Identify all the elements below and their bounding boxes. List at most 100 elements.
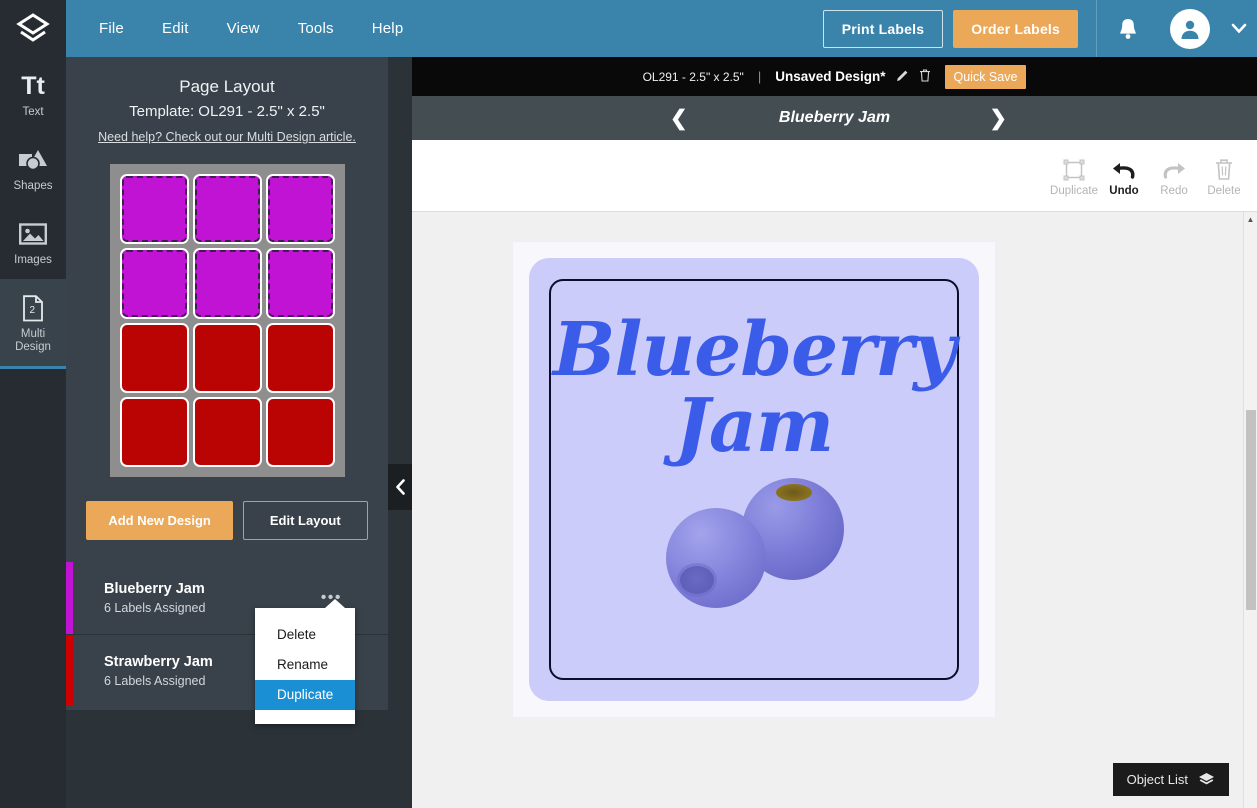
rail-item-text[interactable]: Tt Text <box>0 57 66 131</box>
previous-design-button[interactable]: ❮ <box>670 108 688 129</box>
pencil-icon[interactable] <box>896 69 909 85</box>
label-title-text[interactable]: Blueberry Jam <box>553 312 956 469</box>
redo-button-label: Redo <box>1160 184 1188 197</box>
print-labels-button[interactable]: Print Labels <box>822 9 944 48</box>
page-title: Page Layout <box>179 77 275 96</box>
sheet-cell[interactable] <box>191 246 264 320</box>
sheet-cell[interactable] <box>191 395 264 469</box>
berry-crown-shape <box>776 484 812 501</box>
images-icon <box>19 223 47 245</box>
sheet-cell[interactable] <box>118 395 191 469</box>
rail-item-multi-design-label-line1: Multi <box>20 328 46 340</box>
sheet-cell[interactable] <box>264 172 337 246</box>
rail-item-multi-design-label-line2: Design <box>15 341 51 353</box>
sheet-cell[interactable] <box>191 321 264 395</box>
sheet-cell[interactable] <box>264 395 337 469</box>
duplicate-button[interactable]: Duplicate <box>1049 155 1099 197</box>
document-template-name: OL291 - 2.5" x 2.5" <box>642 69 744 84</box>
design-label-count: 6 Labels Assigned <box>104 673 206 688</box>
sheet-cell[interactable] <box>191 172 264 246</box>
design-label-count: 6 Labels Assigned <box>104 601 206 615</box>
text-icon: Tt <box>21 72 45 100</box>
menu-item-edit[interactable]: Edit <box>143 12 208 45</box>
edit-layout-button[interactable]: Edit Layout <box>242 501 368 540</box>
header-actions: Print Labels Order Labels <box>822 0 1257 57</box>
chevron-down-icon <box>1231 23 1247 34</box>
context-menu-item-delete[interactable]: Delete <box>255 620 355 650</box>
template-subtitle: Template: OL291 - 2.5" x 2.5" <box>129 103 325 120</box>
document-title: Unsaved Design* <box>775 69 886 84</box>
design-name: Blueberry Jam <box>104 581 205 597</box>
notifications-button[interactable] <box>1097 0 1159 57</box>
user-account-button[interactable] <box>1159 0 1221 57</box>
tool-rail: Tt Text Shapes Images 2 Multi Design <box>0 57 66 808</box>
svg-text:2: 2 <box>30 305 36 316</box>
label-title-line1: Blueberry <box>552 307 956 393</box>
panel-collapse-button[interactable] <box>388 464 412 510</box>
sheet-preview[interactable] <box>109 164 345 477</box>
chevron-left-icon <box>395 479 405 495</box>
label-face[interactable]: Blueberry Jam <box>529 258 979 701</box>
rail-item-shapes-label: Shapes <box>13 180 53 192</box>
context-menu-item-rename[interactable]: Rename <box>255 650 355 680</box>
layers-logo-icon <box>16 12 50 42</box>
duplicate-button-label: Duplicate <box>1050 184 1098 197</box>
layout-actions: Add New Design Edit Layout <box>66 477 388 562</box>
duplicate-icon <box>1063 159 1085 180</box>
sheet-cell[interactable] <box>264 246 337 320</box>
sheet-cell[interactable] <box>118 246 191 320</box>
redo-button[interactable]: Redo <box>1149 155 1199 197</box>
label-canvas[interactable]: Blueberry Jam ▲ Object List <box>412 212 1257 808</box>
sheet-cell[interactable] <box>118 172 191 246</box>
current-design-name: Blueberry Jam <box>778 109 891 126</box>
account-dropdown-button[interactable] <box>1221 0 1257 57</box>
scroll-up-arrow-icon[interactable]: ▲ <box>1244 212 1257 226</box>
multi-design-help-link[interactable]: Need help? Check out our Multi Design ar… <box>66 120 388 144</box>
main-menu: File Edit View Tools Help <box>80 12 422 45</box>
add-new-design-button[interactable]: Add New Design <box>86 501 233 540</box>
sheet-cell[interactable] <box>264 321 337 395</box>
menu-item-file[interactable]: File <box>80 12 143 45</box>
sheet-preview-wrapper <box>66 144 388 477</box>
label-title-line2: Jam <box>674 383 834 469</box>
document-bar: OL291 - 2.5" x 2.5" | Unsaved Design* Qu… <box>412 57 1257 96</box>
object-list-toggle[interactable]: Object List <box>1112 763 1229 796</box>
berry-front-shape <box>666 508 766 608</box>
avatar <box>1170 8 1210 49</box>
scrollbar-thumb[interactable] <box>1246 410 1256 610</box>
quick-save-button[interactable]: Quick Save <box>944 64 1027 89</box>
berry-calyx-shape <box>680 566 714 594</box>
design-navigation-bar: ❮ Blueberry Jam ❯ <box>412 96 1257 140</box>
sheet-cell[interactable] <box>118 321 191 395</box>
rail-item-multi-design[interactable]: 2 Multi Design <box>0 279 66 369</box>
design-stage: OL291 - 2.5" x 2.5" | Unsaved Design* Qu… <box>412 57 1257 808</box>
menu-item-help[interactable]: Help <box>353 12 423 45</box>
next-design-button[interactable]: ❯ <box>989 108 1007 129</box>
label-content: Blueberry Jam <box>529 258 979 701</box>
delete-button[interactable]: Delete <box>1199 155 1249 197</box>
design-context-menu: Delete Rename Duplicate <box>255 599 355 724</box>
menu-item-tools[interactable]: Tools <box>279 12 353 45</box>
menu-item-view[interactable]: View <box>208 12 279 45</box>
blueberries-image[interactable] <box>654 478 854 608</box>
undo-button[interactable]: Undo <box>1099 155 1149 197</box>
shapes-icon <box>19 150 47 171</box>
context-menu-item-duplicate[interactable]: Duplicate <box>255 680 355 710</box>
rail-item-shapes[interactable]: Shapes <box>0 131 66 205</box>
canvas-vertical-scrollbar[interactable]: ▲ <box>1243 212 1257 808</box>
undo-button-label: Undo <box>1109 184 1139 197</box>
object-list-label: Object List <box>1126 772 1188 787</box>
design-color-swatch <box>66 635 73 706</box>
canvas-toolbar: Duplicate Undo Redo Delete <box>412 140 1257 212</box>
rail-item-images[interactable]: Images <box>0 205 66 279</box>
order-labels-button[interactable]: Order Labels <box>953 9 1078 48</box>
undo-icon <box>1113 162 1135 179</box>
trash-icon <box>1216 159 1232 180</box>
notification-bell-icon <box>1120 18 1136 39</box>
app-logo[interactable] <box>0 0 66 57</box>
layers-icon <box>1199 773 1214 785</box>
trash-icon[interactable] <box>919 68 931 85</box>
delete-button-label: Delete <box>1207 184 1241 197</box>
rail-item-images-label: Images <box>14 254 52 266</box>
app-header: File Edit View Tools Help Print Labels O… <box>0 0 1257 57</box>
